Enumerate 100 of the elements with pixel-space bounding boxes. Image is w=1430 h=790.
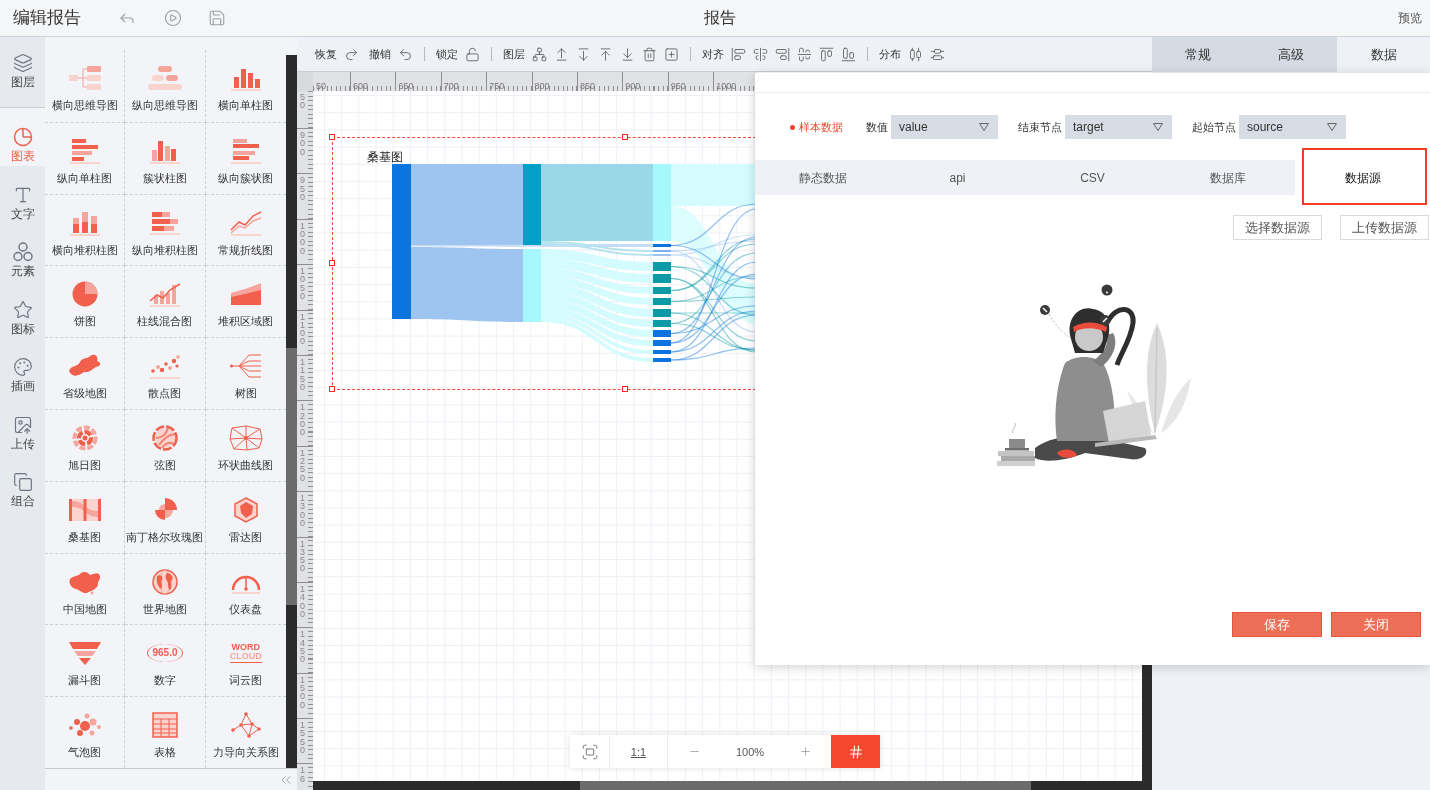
source-tab[interactable]: 数据源 <box>1295 160 1430 195</box>
rail-tab[interactable]: 元素 <box>0 223 45 281</box>
resize-handle[interactable] <box>329 260 335 266</box>
star-icon <box>12 299 33 320</box>
funnel-chart-icon <box>67 641 102 666</box>
chart-type-item[interactable]: 饼图 <box>45 265 126 338</box>
data-source-button[interactable]: 上传数据源 <box>1340 215 1429 240</box>
fit-screen-icon[interactable] <box>580 742 599 761</box>
sankey-node <box>653 330 671 337</box>
scrollbar-thumb[interactable] <box>580 781 1031 790</box>
table-icon <box>152 712 178 739</box>
ruler-label: 1300 <box>300 494 306 528</box>
stacked-horizontal-bar-chart-icon <box>148 209 182 236</box>
document-title: 报告 <box>704 8 736 28</box>
chart-type-item[interactable]: 省级地图 <box>45 337 126 409</box>
chart-type-item[interactable]: 漏斗图 <box>45 624 126 697</box>
chart-type-item[interactable]: 气泡图 <box>45 696 126 768</box>
resize-handle[interactable] <box>329 134 335 140</box>
chart-type-item[interactable]: 横向单柱图 <box>205 50 286 122</box>
chart-type-item[interactable]: 横向堆积柱图 <box>45 193 126 266</box>
chart-type-item[interactable]: 簇状柱图 <box>125 121 206 194</box>
field-label: 结束节点 <box>1018 120 1062 134</box>
align-right-icon[interactable] <box>775 46 790 62</box>
source-tab[interactable]: CSV <box>1025 160 1160 195</box>
undo-icon[interactable] <box>398 46 413 62</box>
rail-tab[interactable]: 图标 <box>0 280 45 338</box>
ruler-label: 800 <box>534 81 550 91</box>
source-tab[interactable]: 数据库 <box>1160 160 1295 195</box>
data-source-button[interactable]: 选择数据源 <box>1233 215 1322 240</box>
grid-toggle-button[interactable] <box>831 735 880 768</box>
chart-type-item[interactable]: 纵向单柱图 <box>45 121 126 194</box>
ruler-label: 1050 <box>300 267 306 301</box>
save-icon[interactable] <box>208 9 226 27</box>
properties-tab[interactable]: 常规 <box>1152 37 1245 72</box>
align-middle-icon[interactable] <box>797 46 812 62</box>
redo-icon[interactable] <box>344 46 359 62</box>
sankey-component[interactable]: 桑基图 <box>332 137 756 390</box>
chart-type-item[interactable]: 表格 <box>125 696 206 768</box>
dot-icon <box>790 124 795 130</box>
overlapping-squares-icon <box>12 472 33 492</box>
ruler-label: 16 <box>300 766 306 784</box>
align-center-icon[interactable] <box>753 46 768 62</box>
resize-handle[interactable] <box>622 134 628 140</box>
align-bottom-icon[interactable] <box>841 46 856 62</box>
source-tab[interactable]: api <box>890 160 1025 195</box>
sankey-node <box>653 298 671 305</box>
rail-tab[interactable]: 上传 <box>0 395 45 453</box>
toolbar-group-label: 对齐 <box>702 47 724 61</box>
page-title: 编辑报告 <box>13 8 81 28</box>
distribute-vertical-icon[interactable] <box>930 46 945 62</box>
resize-handle[interactable] <box>622 386 628 392</box>
square-plus-icon[interactable] <box>664 46 679 62</box>
toolbar-group-label: 撤销 <box>369 47 391 61</box>
globe-icon <box>152 568 178 595</box>
number-sample: 965.0 <box>147 644 183 663</box>
sankey-node <box>653 287 671 294</box>
bubble-chart-icon <box>67 712 102 739</box>
align-top-icon[interactable] <box>819 46 834 62</box>
unlock-icon[interactable] <box>465 46 480 62</box>
chart-type-item[interactable]: 弦图 <box>125 409 206 481</box>
rail-tab[interactable]: 组合 <box>0 453 45 511</box>
rail-tab[interactable]: 插画 <box>0 338 45 396</box>
pie-chart-icon <box>12 127 33 147</box>
chart-type-item[interactable]: 横向思维导图 <box>45 50 126 122</box>
resize-handle[interactable] <box>329 386 335 392</box>
select-field[interactable]: source <box>1239 115 1346 139</box>
grouped-horizontal-bar-chart-icon <box>228 137 263 164</box>
word-cloud-sample: WORD CLOUD <box>229 643 262 664</box>
ruler-label: 900 <box>300 131 306 156</box>
chart-type-item[interactable]: 南丁格尔玫瑰图 <box>125 480 206 553</box>
chart-type-item[interactable]: 纵向堆积柱图 <box>125 193 206 266</box>
distribute-horizontal-icon[interactable] <box>908 46 923 62</box>
pie-chart-icon <box>71 281 98 308</box>
arrow-up-to-line-icon[interactable] <box>598 46 613 62</box>
chart-type-item[interactable]: 世界地图 <box>125 552 206 625</box>
select-field[interactable]: value <box>891 115 998 139</box>
toolbar-group-label: 锁定 <box>436 47 458 61</box>
source-tab[interactable]: 静态数据 <box>755 160 890 195</box>
play-icon[interactable] <box>164 9 182 27</box>
chart-type-item[interactable]: 散点图 <box>125 337 206 409</box>
trash-icon[interactable] <box>642 46 657 62</box>
arrow-down-to-line-icon[interactable] <box>620 46 635 62</box>
select-field[interactable]: target <box>1065 115 1172 139</box>
properties-tab[interactable]: 高级 <box>1244 37 1338 72</box>
chart-type-item[interactable]: 纵向思维导图 <box>125 50 206 122</box>
align-left-icon[interactable] <box>731 46 746 62</box>
chart-type-item[interactable]: 柱线混合图 <box>125 265 206 338</box>
chart-type-item[interactable]: 965.0 数字 <box>125 624 206 697</box>
chart-type-item[interactable]: 桑基图 <box>45 480 126 553</box>
scrollbar-thumb[interactable] <box>286 348 297 605</box>
rail-tab[interactable]: 文字 <box>0 165 45 223</box>
actual-size-button[interactable]: 1:1 <box>630 744 647 759</box>
chart-type-item[interactable]: 中国地图 <box>45 552 126 625</box>
grid-icon <box>847 743 864 760</box>
preview-link[interactable]: 预览 <box>1398 10 1422 26</box>
chart-type-item[interactable]: 旭日图 <box>45 409 126 481</box>
hierarchy-icon[interactable] <box>532 46 547 62</box>
ruler-label: 1150 <box>300 357 306 392</box>
arrow-up-from-line-icon[interactable] <box>554 46 569 62</box>
ruler-label: 950 <box>670 81 686 91</box>
